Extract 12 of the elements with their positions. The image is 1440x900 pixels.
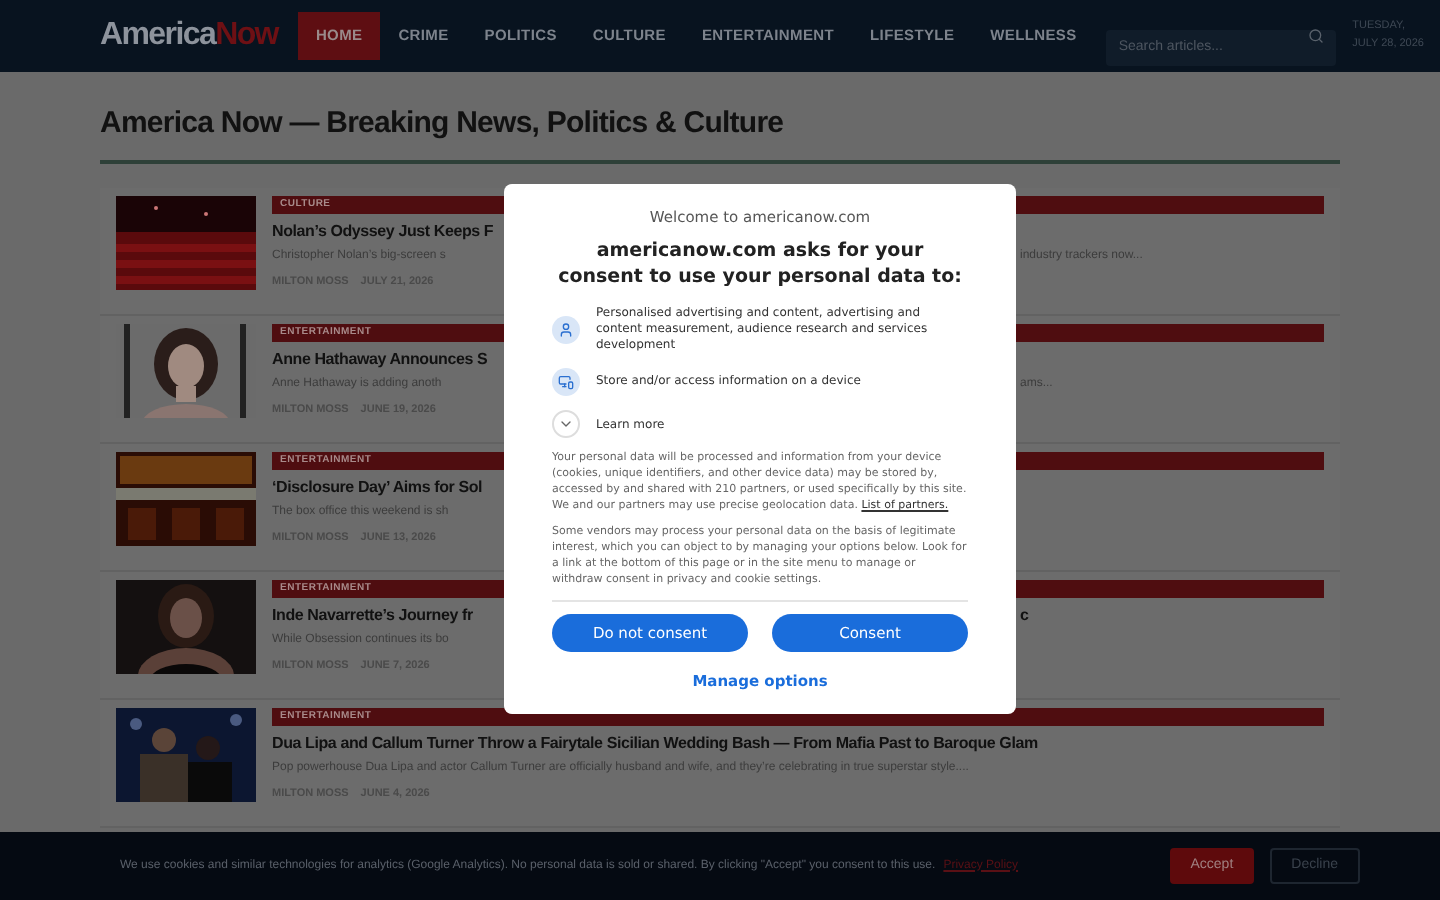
article-title[interactable]: c <box>1020 603 1029 627</box>
article-title[interactable]: ‘Disclosure Day’ Aims for Sol <box>272 475 483 499</box>
page-title: America Now — Breaking News, Politics & Culture <box>100 104 786 144</box>
article-title[interactable]: Anne Hathaway Announces S <box>272 347 488 371</box>
person-icon <box>552 316 580 345</box>
search-icon[interactable] <box>1308 28 1325 44</box>
site-logo[interactable]: AmericaNow <box>100 12 278 60</box>
article-title[interactable]: Inde Navarrette’s Journey fr <box>272 603 473 627</box>
article-title[interactable]: Dua Lipa and Callum Turner Throw a Fairytale Sicilian Wedding Bash — From Mafia Past to Baroque Glam <box>272 731 1038 755</box>
device-icon <box>552 368 580 397</box>
dialog-heading: americanow.com asks for your consent to use your personal data to: <box>556 238 964 291</box>
article-title[interactable]: Nolan’s Odyssey Just Keeps F <box>272 219 494 243</box>
